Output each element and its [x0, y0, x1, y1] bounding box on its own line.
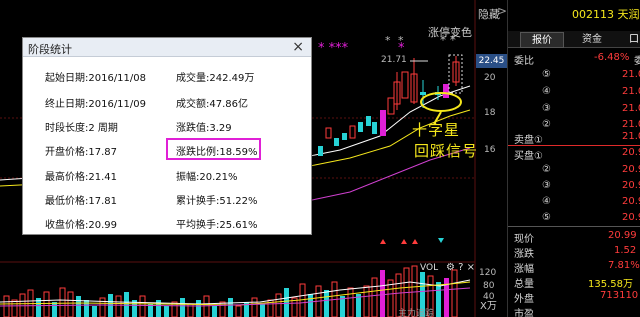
vol-label: VOL: [420, 263, 439, 273]
close-icon[interactable]: ×: [467, 262, 475, 273]
period-length: 时段长度:2 周期: [45, 123, 118, 134]
close-button[interactable]: ×: [292, 39, 304, 55]
pullback-annotation: 回踩信号: [414, 142, 479, 160]
current-price-tag: 22.45: [476, 54, 507, 68]
low-price: 最低价格:17.81: [45, 196, 117, 207]
sell-price[interactable]: 21.0: [622, 86, 640, 97]
stat-label: 涨跌: [514, 249, 534, 260]
stage-stats-dialog[interactable]: 阶段统计 × 起始日期:2016/11/08 终止日期:2016/11/09 时…: [22, 37, 312, 235]
volume: 成交量:242.49万: [176, 73, 255, 84]
buy-price[interactable]: 20.9: [622, 196, 640, 207]
buy-price[interactable]: 20.9: [622, 147, 640, 158]
svg-text:*: *: [385, 34, 391, 47]
start-date: 起始日期:2016/11/08: [45, 73, 147, 84]
sell-level: ③: [542, 103, 551, 114]
panel-tabs: 报价 资金 口: [508, 31, 640, 48]
buy-level: ④: [542, 196, 551, 207]
dialog-header[interactable]: 阶段统计 ×: [23, 38, 311, 57]
sell-price[interactable]: 21.0: [622, 103, 640, 114]
quote-panel: 002113 天润 报价 资金 口 委比 -6.48% 委 ⑤ 21.0 ④ 2…: [507, 0, 640, 317]
buy-price[interactable]: 20.9: [622, 180, 640, 191]
vol-axis-label: 120: [479, 268, 497, 278]
sell-price[interactable]: 21.0: [622, 131, 640, 142]
tab-quote[interactable]: 报价: [520, 32, 564, 48]
bid-ask-divider: [508, 145, 640, 146]
buy-level: ③: [542, 180, 551, 191]
change-value: 涨跌值:3.29: [176, 123, 232, 134]
gear-icon[interactable]: ⚙: [446, 262, 455, 273]
stat-value: 1.52: [614, 245, 637, 256]
stat-value: 135.58万: [588, 279, 633, 290]
end-date: 终止日期:2016/11/09: [45, 99, 147, 110]
sell-level: ④: [542, 86, 551, 97]
high-marker-label: 21.71: [381, 55, 407, 65]
sell-level: 卖盘①: [514, 135, 543, 146]
open-price: 开盘价格:17.87: [45, 147, 117, 158]
stat-value: 713110: [600, 290, 639, 301]
svg-text:*: *: [398, 34, 404, 47]
average-turnover: 平均换手:25.61%: [176, 220, 258, 231]
stat-label: 市盈: [514, 309, 534, 317]
stat-label: 外盘: [514, 294, 534, 305]
cumulative-turnover: 累计换手:51.22%: [176, 196, 258, 207]
tab-more[interactable]: 口: [624, 32, 640, 48]
high-price: 最高价格:21.41: [45, 172, 117, 183]
sell-level: ②: [542, 119, 551, 130]
axis-label: 20: [484, 73, 496, 83]
close-price: 收盘价格:20.99: [45, 220, 117, 231]
tab-funds[interactable]: 资金: [574, 32, 610, 48]
weibi-label: 委比: [514, 56, 534, 67]
buy-level: 买盘①: [514, 151, 543, 162]
help-icon[interactable]: ?: [458, 262, 463, 273]
volume-bars: [3, 265, 458, 317]
turnover: 成交额:47.86亿: [176, 99, 248, 110]
axis-label: 16: [484, 145, 496, 155]
unit-label: X万: [480, 301, 497, 312]
svg-text:* ***: * ***: [318, 41, 349, 56]
buy-price[interactable]: 20.9: [622, 212, 640, 223]
expand-arrows-icon[interactable]: >>: [497, 4, 507, 18]
stat-label: 涨幅: [514, 264, 534, 275]
stats-divider: [508, 226, 640, 227]
change-percent: 涨跌比例:18.59%: [176, 147, 258, 158]
stock-code[interactable]: 002113 天润: [572, 6, 640, 22]
weibi-extra: 委: [634, 52, 640, 67]
stat-value: 7.81%: [608, 260, 640, 271]
amplitude: 振幅:20.21%: [176, 172, 238, 183]
buy-level: ②: [542, 164, 551, 175]
doji-annotation: 十字星: [412, 121, 461, 139]
dialog-title: 阶段统计: [28, 43, 72, 56]
flow-label: 主力追踪: [398, 309, 435, 317]
axis-label: 18: [484, 108, 496, 118]
buy-price[interactable]: 20.9: [622, 164, 640, 175]
stat-label: 现价: [514, 234, 534, 245]
sell-price[interactable]: 21.0: [622, 69, 640, 80]
weibi-value: -6.48%: [594, 52, 630, 63]
vol-axis-label: 80: [483, 281, 495, 291]
stat-value: 20.99: [608, 230, 637, 241]
stat-label: 总量: [514, 279, 534, 290]
limit-color-label: 涨停变色: [428, 26, 472, 39]
buy-level: ⑤: [542, 212, 551, 223]
sell-price[interactable]: 21.0: [622, 119, 640, 130]
sell-level: ⑤: [542, 69, 551, 80]
